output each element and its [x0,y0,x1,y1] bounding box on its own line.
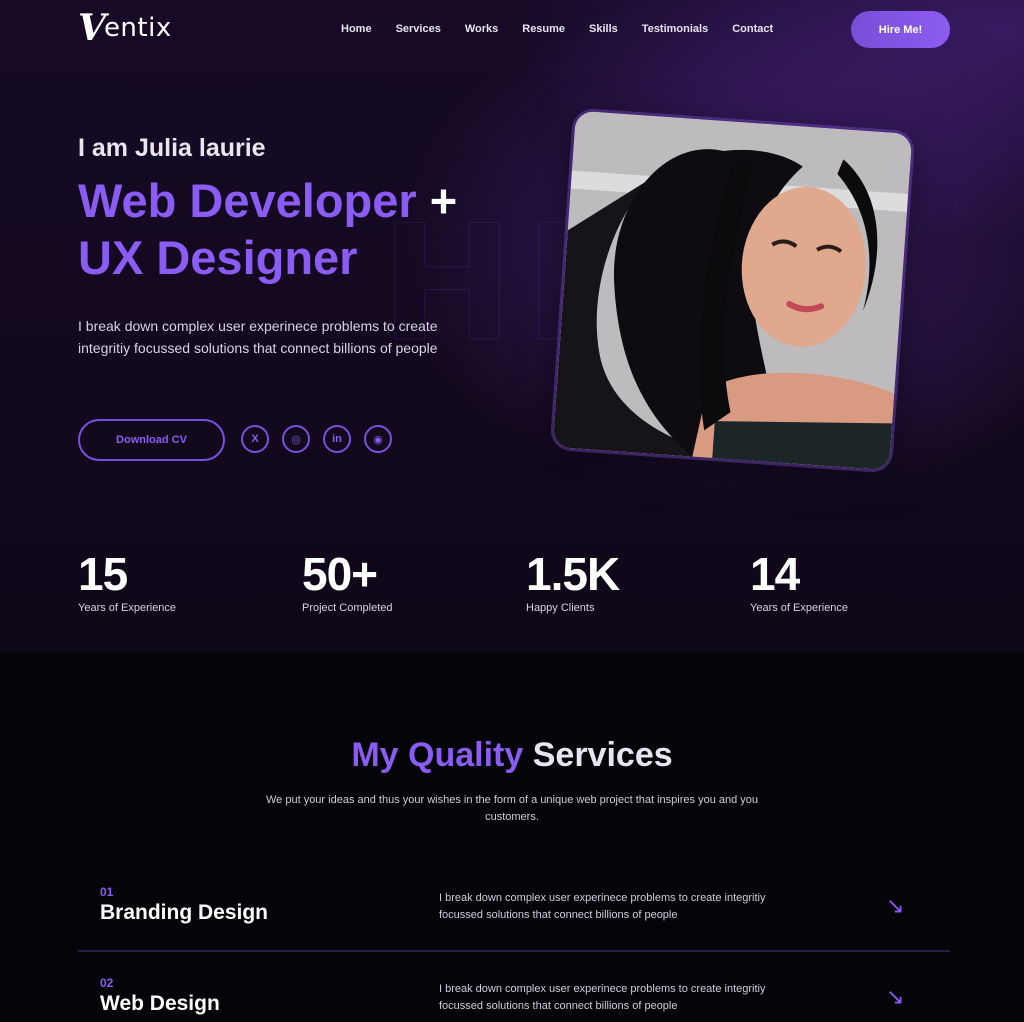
hero-section: HI V entix Home Services Works Resume Sk… [0,0,1024,652]
nav-services[interactable]: Services [396,23,441,35]
stat-label: Years of Experience [78,602,177,614]
service-number: 01 [100,885,114,899]
download-cv-button[interactable]: Download CV [78,419,225,461]
nav-resume[interactable]: Resume [522,23,565,35]
stat-value: 50+ [302,548,378,600]
headline-plus: + [429,174,458,227]
nav-contact[interactable]: Contact [732,23,773,35]
dribbble-icon[interactable]: ◎ [282,425,310,453]
stat-label: Years of Experience [750,602,849,614]
services-subtitle: We put your ideas and thus your wishes i… [265,794,759,823]
headline-line2: UX Designer [78,231,358,284]
social-links: X ◎ in ◉ [241,425,392,453]
services-title: My Quality Services [0,736,1024,775]
stat-projects: 50+ Project Completed [302,548,393,614]
linkedin-icon[interactable]: in [323,425,351,453]
service-item-branding[interactable]: 01 Branding Design I break down complex … [78,885,950,965]
headline-line1: Web Developer [78,174,417,227]
nav-works[interactable]: Works [465,23,498,35]
hero-description: I break down complex user experinece pro… [78,318,438,356]
service-title: Branding Design [100,901,269,924]
stat-years-2: 14 Years of Experience [750,548,848,614]
logo-text: entix [103,13,172,43]
service-description: I break down complex user experinece pro… [439,892,766,921]
stat-value: 14 [750,548,800,600]
x-icon[interactable]: X [241,425,269,453]
stat-label: Happy Clients [526,602,595,614]
nav-home[interactable]: Home [341,23,372,35]
service-number: 02 [100,976,114,990]
stat-value: 1.5K [526,548,620,600]
stat-label: Project Completed [302,602,393,614]
logo-mark: V [78,7,106,49]
nav-testimonials[interactable]: Testimonials [642,23,708,35]
services-title-rest: Services [532,736,673,774]
profile-photo [552,110,913,471]
service-title: Web Design [100,992,220,1015]
service-description: I break down complex user experinece pro… [439,983,766,1012]
hero-headline: Web Developer + UX Designer [78,172,538,286]
service-divider [78,950,950,952]
main-nav: Home Services Works Resume Skills Testim… [341,23,797,35]
arrow-down-right-icon[interactable]: ↘ [886,893,904,919]
portrait-illustration [552,110,913,471]
hero-intro: I am Julia laurie [78,134,266,162]
arrow-down-right-icon[interactable]: ↘ [886,984,904,1010]
nav-skills[interactable]: Skills [589,23,618,35]
logo[interactable]: V entix [78,10,172,46]
stat-clients: 1.5K Happy Clients [526,548,620,614]
service-item-web-design[interactable]: 02 Web Design I break down complex user … [78,976,950,1022]
stat-years: 15 Years of Experience [78,548,176,614]
services-title-accent: My Quality [351,736,524,774]
github-icon[interactable]: ◉ [364,425,392,453]
hire-me-button[interactable]: Hire Me! [851,11,950,48]
stat-value: 15 [78,548,128,600]
